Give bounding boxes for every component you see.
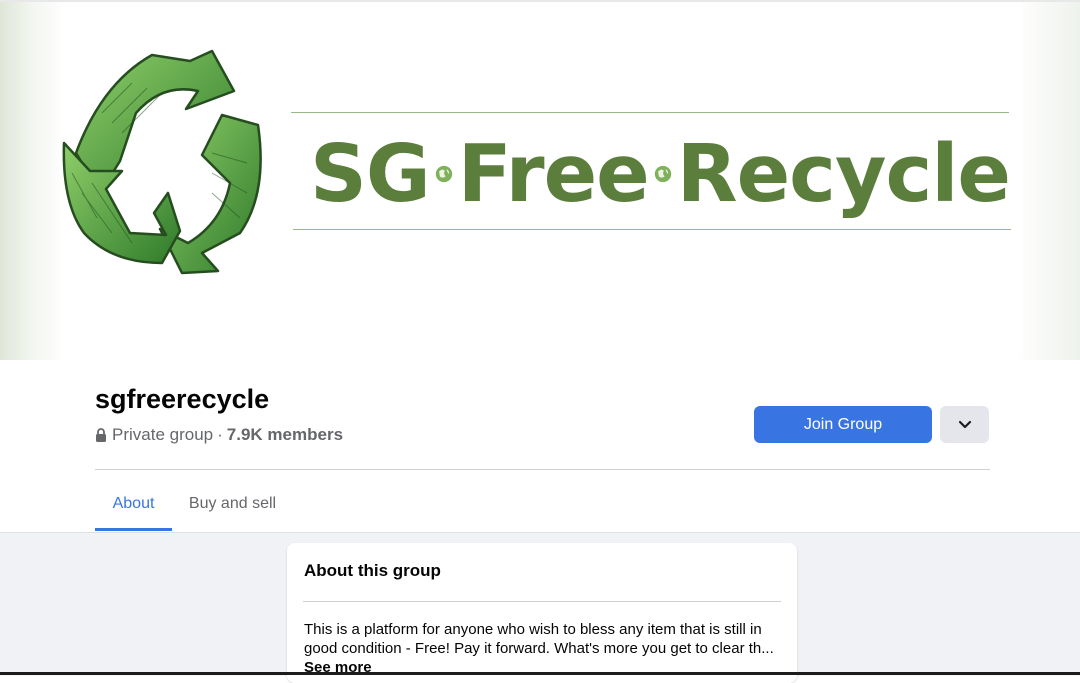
more-options-button[interactable] xyxy=(940,406,989,443)
group-name[interactable]: sgfreerecycle xyxy=(95,384,269,415)
about-card-title: About this group xyxy=(304,561,441,580)
cover-photo[interactable]: SG Free Recycle xyxy=(62,3,1022,355)
brand-rule-top xyxy=(291,112,1009,113)
globe-icon xyxy=(654,165,671,183)
brand-part-sg: SG xyxy=(310,128,431,220)
brand-wordmark: SG Free Recycle xyxy=(310,119,1011,229)
brand-part-recycle: Recycle xyxy=(676,128,1011,220)
group-meta: Private group · 7.9K members xyxy=(95,425,343,445)
join-group-button[interactable]: Join Group xyxy=(754,406,932,443)
group-privacy[interactable]: Private group xyxy=(112,425,213,445)
group-member-count[interactable]: 7.9K members xyxy=(227,425,343,445)
top-border xyxy=(0,0,1080,2)
meta-separator: · xyxy=(217,425,223,444)
globe-icon xyxy=(435,165,452,183)
about-description: This is a platform for anyone who wish t… xyxy=(304,620,784,677)
brand-rule-bottom xyxy=(293,229,1011,230)
tab-about[interactable]: About xyxy=(95,478,172,531)
about-card: About this group This is a platform for … xyxy=(287,543,797,683)
header-divider xyxy=(95,469,990,470)
recycle-icon xyxy=(62,49,262,275)
about-card-divider xyxy=(303,601,781,602)
lock-icon xyxy=(96,428,106,442)
tab-buy-and-sell[interactable]: Buy and sell xyxy=(180,478,285,530)
about-description-text: This is a platform for anyone who wish t… xyxy=(304,621,774,657)
chevron-down-icon xyxy=(958,420,971,428)
brand-part-free: Free xyxy=(457,128,650,220)
